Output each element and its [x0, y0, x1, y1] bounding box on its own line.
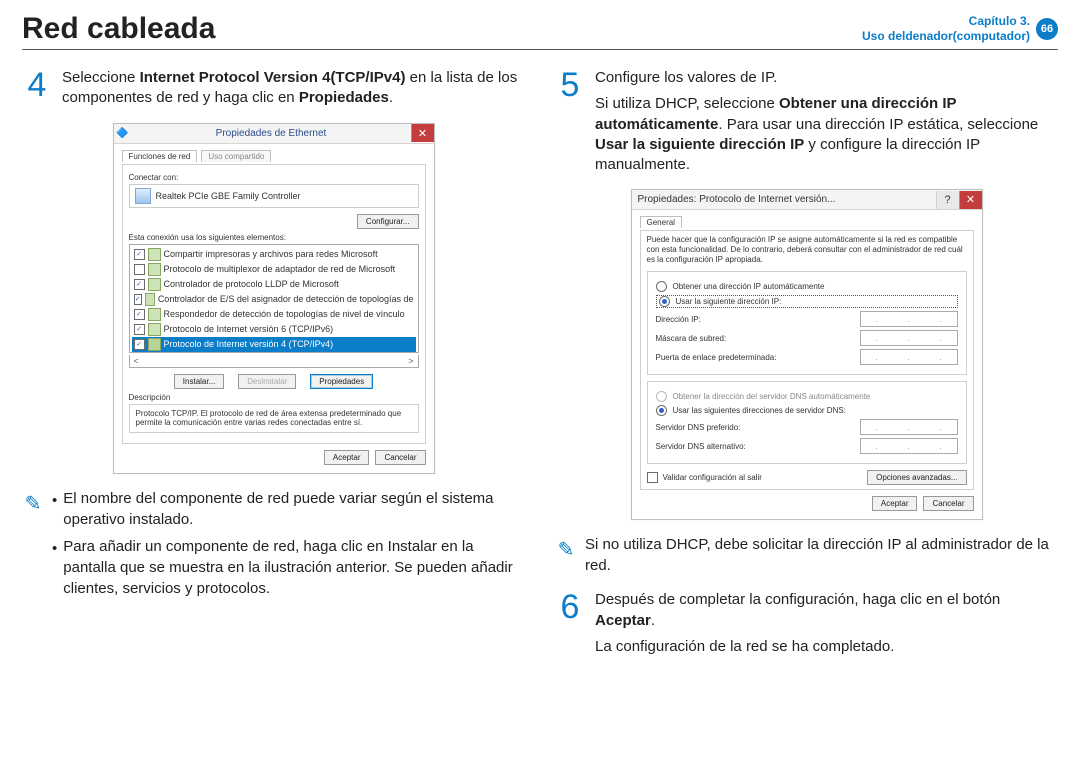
t: Usar la siguiente dirección IP: [595, 136, 804, 153]
list-item[interactable]: Compartir impresoras y archivos para red…: [164, 249, 378, 259]
t: Después de completar la configuración, h…: [595, 591, 1000, 608]
step-5-text: Configure los valores de IP. Si utiliza …: [595, 68, 1058, 175]
desc-label: Descripción: [129, 393, 419, 402]
note-icon: ✎: [555, 534, 577, 576]
mask-field[interactable]: ...: [860, 330, 958, 346]
tab-sharing[interactable]: Uso compartido: [201, 150, 271, 162]
gw-label: Puerta de enlace predeterminada:: [656, 353, 860, 362]
step-6: 6 Después de completar la configuración,…: [555, 590, 1058, 657]
step-6-number: 6: [555, 590, 585, 657]
connect-label: Conectar con:: [129, 173, 419, 182]
list-item[interactable]: Controlador de E/S del asignador de dete…: [158, 294, 414, 304]
chapter-label: Capítulo 3. Uso deldenador(computador): [862, 14, 1030, 44]
scrollbar[interactable]: <>: [129, 355, 419, 368]
t: .: [651, 612, 655, 629]
page-number: 66: [1036, 18, 1058, 40]
t: Si utiliza DHCP, seleccione: [595, 95, 779, 112]
validate-checkbox[interactable]: Validar configuración al salir: [647, 472, 762, 483]
cancel-button[interactable]: Cancelar: [923, 496, 973, 511]
t: . Para usar una dirección IP estática, s…: [718, 116, 1038, 133]
list-item[interactable]: Protocolo de Internet versión 6 (TCP/IPv…: [164, 324, 334, 334]
help-button[interactable]: ?: [936, 191, 959, 209]
t: Seleccione: [62, 69, 140, 86]
note1-b1: El nombre del componente de red puede va…: [63, 488, 525, 530]
install-button[interactable]: Instalar...: [174, 374, 224, 389]
step-5-number: 5: [555, 68, 585, 175]
step-4: 4 Seleccione Internet Protocol Version 4…: [22, 68, 525, 109]
cancel-button[interactable]: Cancelar: [375, 450, 425, 465]
t: La configuración de la red se ha complet…: [595, 637, 1058, 657]
ok-button[interactable]: Aceptar: [872, 496, 918, 511]
t: Propiedades: [299, 89, 389, 106]
dns1-field[interactable]: ...: [860, 419, 958, 435]
advanced-button[interactable]: Opciones avanzadas...: [867, 470, 966, 485]
components-list[interactable]: ✓Compartir impresoras y archivos para re…: [129, 244, 419, 353]
note-1: ✎ •El nombre del componente de red puede…: [22, 488, 525, 605]
t: Configure los valores de IP.: [595, 68, 1058, 88]
header-rule: [22, 49, 1058, 50]
uninstall-button[interactable]: Desinstalar: [238, 374, 296, 389]
ipv4-properties-window: Propiedades: Protocolo de Internet versi…: [631, 189, 983, 520]
step-4-text: Seleccione Internet Protocol Version 4(T…: [62, 68, 525, 109]
radio-auto-dns: Obtener la dirección del servidor DNS au…: [656, 391, 958, 402]
mask-label: Máscara de subred:: [656, 334, 860, 343]
note2-text: Si no utiliza DHCP, debe solicitar la di…: [585, 536, 1049, 574]
step-6-text: Después de completar la configuración, h…: [595, 590, 1058, 657]
radio-manual-ip[interactable]: Usar la siguiente dirección IP:: [656, 295, 958, 308]
tab-general[interactable]: General: [640, 216, 682, 228]
nic-icon: [135, 188, 151, 204]
note-icon: ✎: [22, 488, 44, 605]
close-button[interactable]: ✕: [411, 124, 434, 142]
step-5: 5 Configure los valores de IP. Si utiliz…: [555, 68, 1058, 175]
tab-network[interactable]: Funciones de red: [122, 150, 198, 162]
gw-field[interactable]: ...: [860, 349, 958, 365]
elements-label: Esta conexión usa los siguientes element…: [129, 233, 419, 242]
ok-button[interactable]: Aceptar: [324, 450, 370, 465]
chapter-line2: Uso deldenador(computador): [862, 29, 1030, 44]
adapter-field: Realtek PCIe GBE Family Controller: [129, 184, 419, 208]
dns1-label: Servidor DNS preferido:: [656, 423, 860, 432]
list-item[interactable]: Controlador de protocolo LLDP de Microso…: [164, 279, 339, 289]
ip-label: Dirección IP:: [656, 315, 860, 324]
list-item[interactable]: Respondedor de detección de topologías d…: [164, 309, 405, 319]
dns2-label: Servidor DNS alternativo:: [656, 442, 860, 451]
close-button[interactable]: ✕: [959, 191, 982, 209]
properties-button[interactable]: Propiedades: [310, 374, 373, 389]
list-item[interactable]: Protocolo de multiplexor de adaptador de…: [164, 264, 396, 274]
radio-manual-dns[interactable]: Usar las siguientes direcciones de servi…: [656, 405, 958, 416]
radio-auto-ip[interactable]: Obtener una dirección IP automáticamente: [656, 281, 958, 292]
chapter-line1: Capítulo 3.: [862, 14, 1030, 29]
desc-text: Protocolo TCP/IP. El protocolo de red de…: [129, 404, 419, 433]
note1-b2: Para añadir un componente de red, haga c…: [63, 536, 525, 599]
dns2-field[interactable]: ...: [860, 438, 958, 454]
step-4-number: 4: [22, 68, 52, 109]
win2-help: Puede hacer que la configuración IP se a…: [647, 235, 967, 265]
ip-field[interactable]: ...: [860, 311, 958, 327]
adapter-name: Realtek PCIe GBE Family Controller: [156, 191, 301, 201]
t: .: [389, 89, 393, 106]
t: Internet Protocol Version 4(TCP/IPv4): [140, 69, 406, 86]
win1-title: Propiedades de Ethernet: [132, 124, 411, 143]
configure-button[interactable]: Configurar...: [357, 214, 419, 229]
list-item-selected[interactable]: Protocolo de Internet versión 4 (TCP/IPv…: [164, 339, 334, 349]
ethernet-properties-window: 🔷 Propiedades de Ethernet ✕ Funciones de…: [113, 123, 435, 474]
win2-title: Propiedades: Protocolo de Internet versi…: [632, 190, 936, 209]
t: Aceptar: [595, 612, 651, 629]
note-2: ✎ Si no utiliza DHCP, debe solicitar la …: [555, 534, 1058, 576]
page-title: Red cableada: [22, 12, 215, 46]
